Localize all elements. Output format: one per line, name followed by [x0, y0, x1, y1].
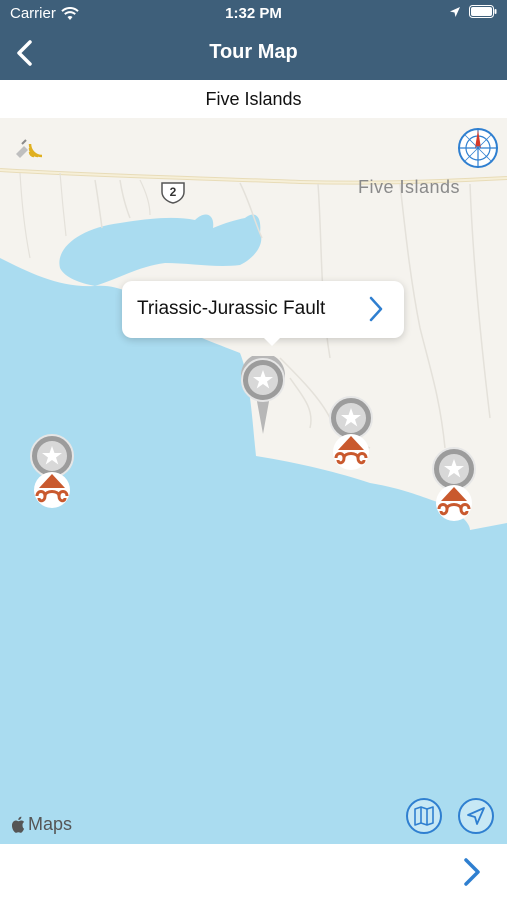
nav-bar: Tour Map	[0, 28, 507, 80]
location-arrow-icon	[450, 6, 460, 17]
apple-logo-icon	[12, 816, 25, 833]
map-view[interactable]: 2 Five Islands Triassic-Jurassic Fault M…	[0, 118, 507, 844]
map-pin-site-3[interactable]	[429, 445, 479, 528]
pin-callout[interactable]: Triassic-Jurassic Fault	[122, 281, 404, 346]
location-subtitle: Five Islands	[0, 80, 507, 118]
route-number: 2	[170, 185, 177, 199]
header: Carrier 1:32 PM Tour Map	[0, 0, 507, 80]
map-pin-fault[interactable]	[238, 353, 288, 441]
battery-icon	[469, 5, 497, 18]
status-right	[449, 5, 497, 18]
map-type-button[interactable]	[406, 798, 442, 834]
maps-label: Maps	[28, 814, 73, 834]
page-title: Tour Map	[209, 41, 298, 63]
footer-bar	[0, 844, 507, 900]
status-time: 1:32 PM	[225, 5, 282, 22]
chevron-right-icon[interactable]	[368, 296, 384, 322]
location-arrow-icon	[467, 807, 485, 825]
next-chevron-icon[interactable]	[463, 858, 481, 886]
maps-attribution[interactable]: Maps	[12, 814, 72, 835]
route-shield: 2	[160, 180, 186, 209]
status-bar: Carrier 1:32 PM	[0, 0, 507, 28]
callout-title: Triassic-Jurassic Fault	[137, 298, 326, 319]
map-pin-site-2[interactable]	[326, 394, 376, 477]
gps-signal-icon	[12, 134, 48, 171]
map-fold-icon	[414, 806, 434, 826]
locate-me-button[interactable]	[458, 798, 494, 834]
callout-tail	[262, 336, 282, 346]
app-root: Carrier 1:32 PM Tour Map Five Islands 2 …	[0, 0, 507, 900]
place-label: Five Islands	[358, 177, 461, 197]
compass-icon[interactable]	[456, 126, 500, 175]
map-pin-site-1[interactable]	[27, 432, 77, 515]
